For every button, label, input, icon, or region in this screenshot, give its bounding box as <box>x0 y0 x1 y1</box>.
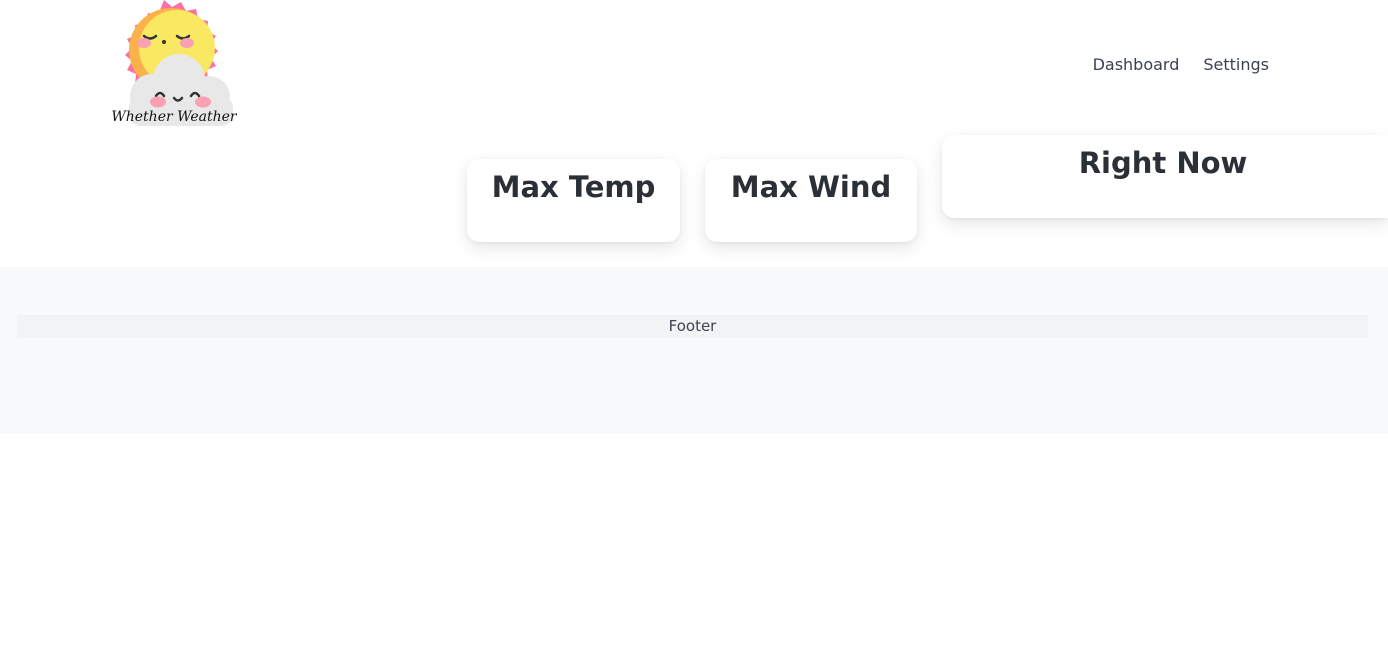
sun-and-cloud-logo-icon: Whether Weather <box>111 0 237 126</box>
logo[interactable]: Whether Weather <box>107 0 237 130</box>
max-temp-title: Max Temp <box>491 170 656 204</box>
right-now-title: Right Now <box>1078 146 1248 180</box>
max-temp-card: Max Temp <box>467 159 680 242</box>
nav-dashboard-link[interactable]: Dashboard <box>1093 55 1180 74</box>
nav-settings-link[interactable]: Settings <box>1203 55 1269 74</box>
main-nav: Dashboard Settings <box>1093 55 1269 74</box>
logo-text: Whether Weather <box>111 109 237 125</box>
right-now-card: Right Now <box>942 135 1388 218</box>
footer-section: Footer <box>0 267 1388 434</box>
footer: Footer <box>17 315 1368 338</box>
max-wind-card: Max Wind <box>705 159 917 242</box>
max-wind-title: Max Wind <box>730 170 892 204</box>
footer-label: Footer <box>668 317 717 335</box>
header: Whether Weather Dashboard Settings <box>0 0 1388 135</box>
